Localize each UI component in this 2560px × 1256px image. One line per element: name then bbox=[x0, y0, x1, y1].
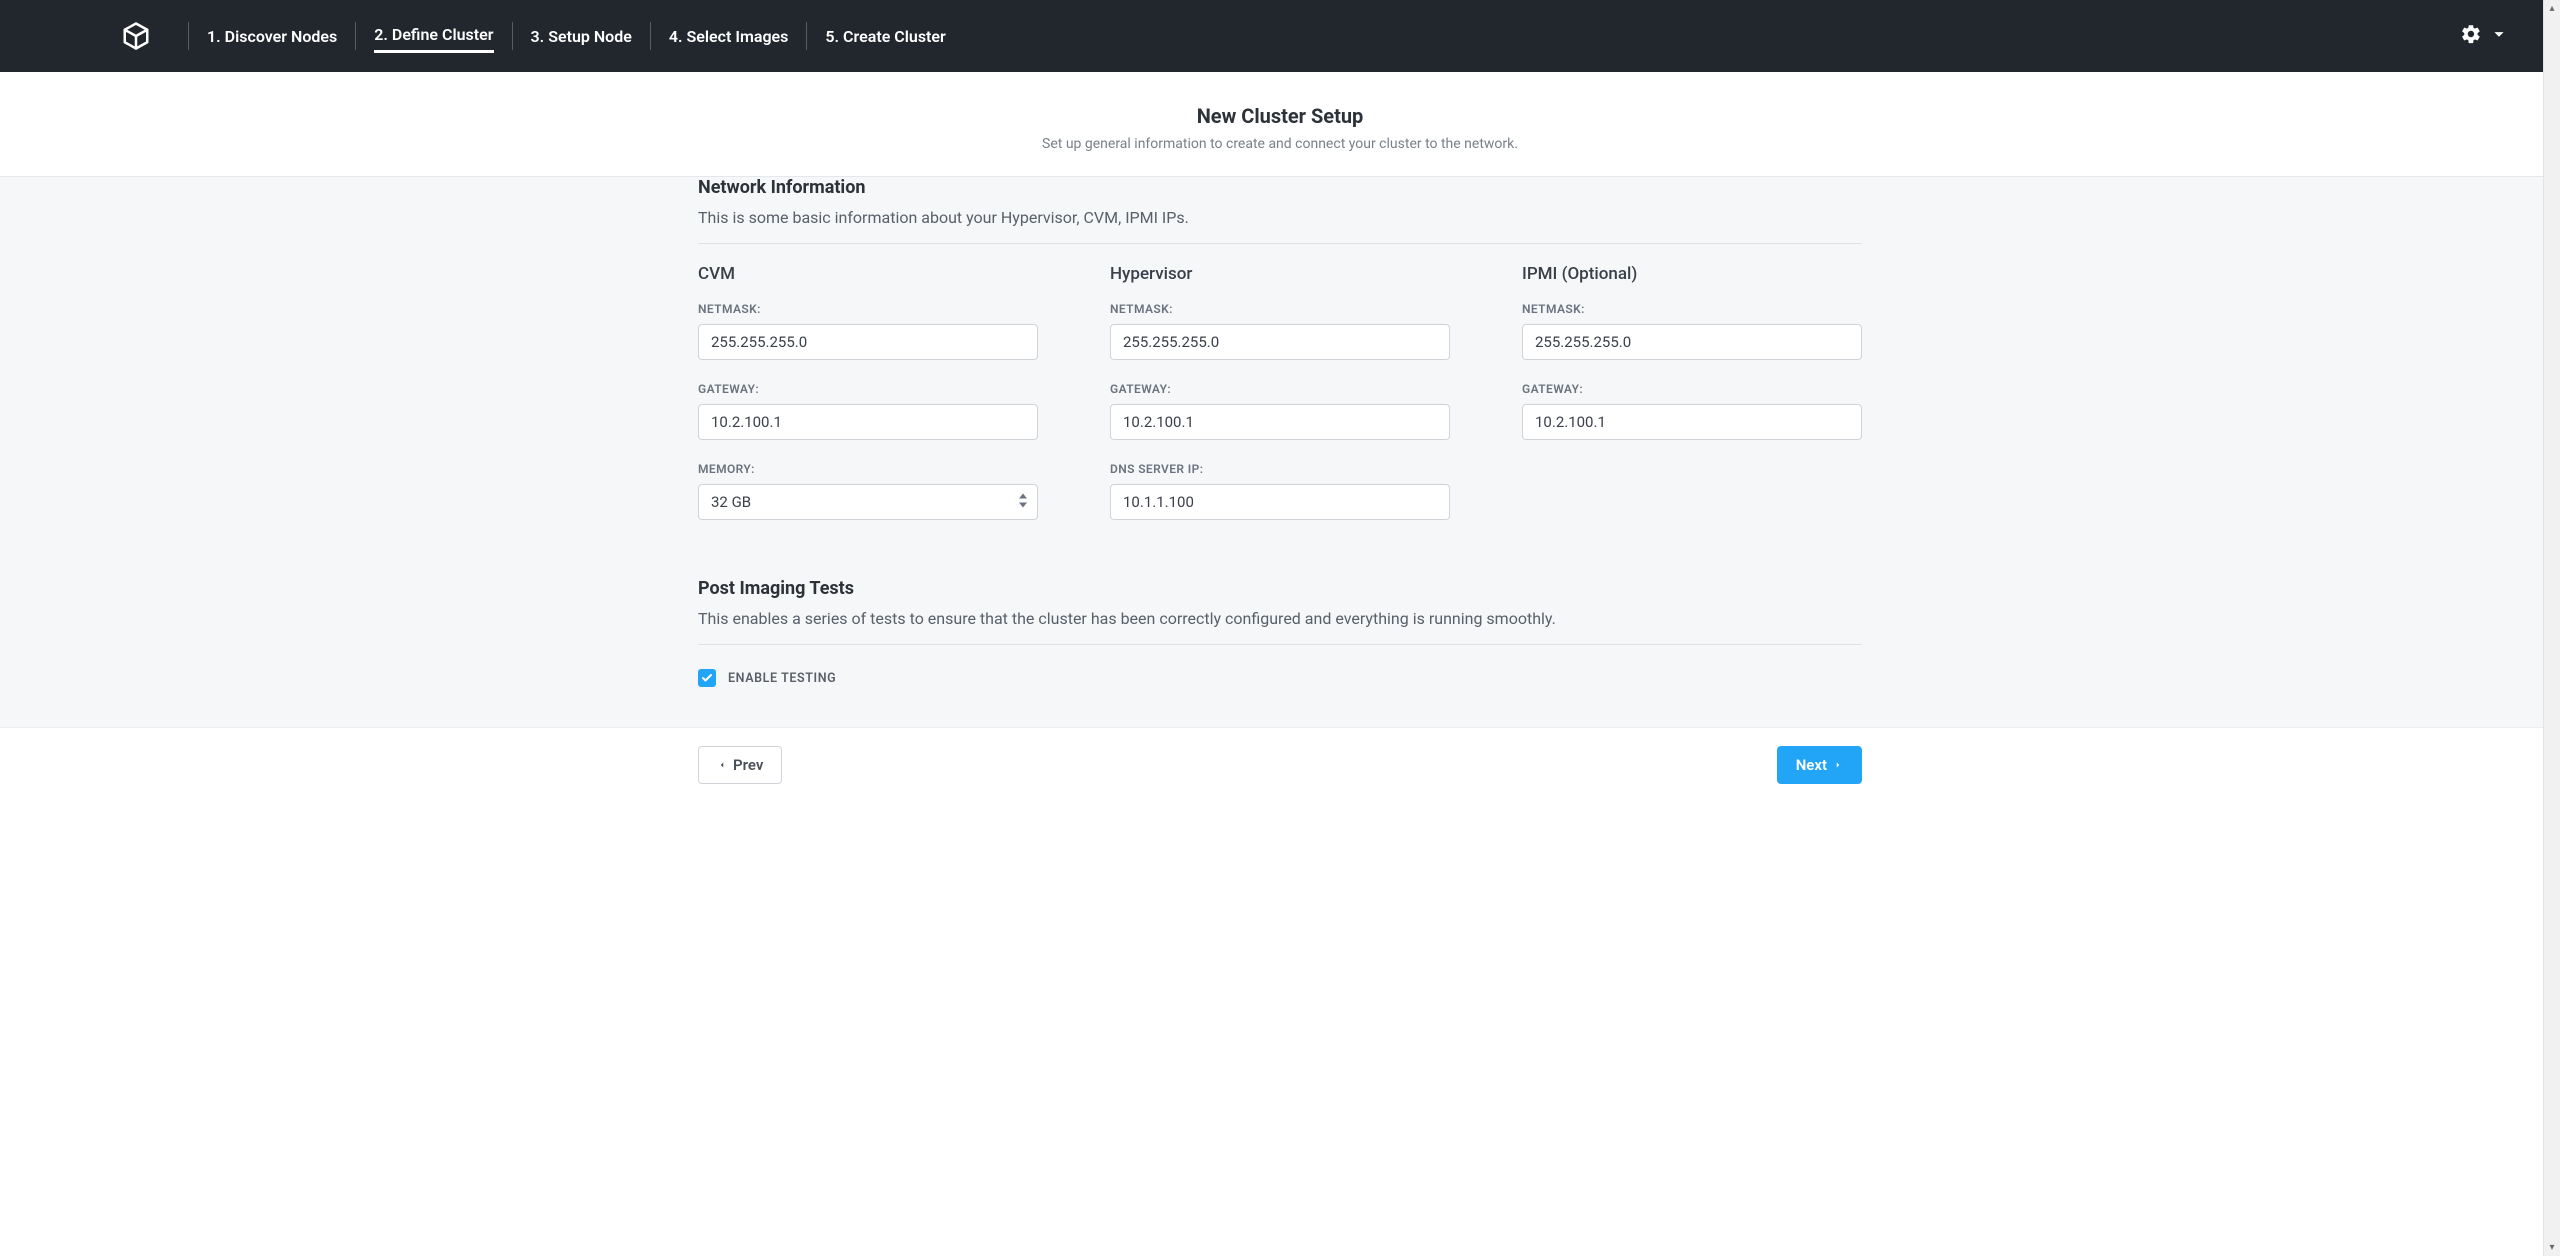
nav-divider bbox=[806, 22, 807, 50]
page-subtitle: Set up general information to create and… bbox=[0, 136, 2560, 152]
next-button-label: Next bbox=[1796, 756, 1827, 774]
ipmi-gateway-input[interactable] bbox=[1522, 404, 1862, 440]
nav-divider bbox=[512, 22, 513, 50]
cvm-netmask-label: NETMASK: bbox=[698, 302, 1038, 316]
nav-step-5[interactable]: 5. Create Cluster bbox=[825, 21, 945, 52]
footer: Prev Next bbox=[0, 727, 2560, 812]
page-header: New Cluster Setup Set up general informa… bbox=[0, 72, 2560, 177]
nav-divider bbox=[650, 22, 651, 50]
ipmi-netmask-input[interactable] bbox=[1522, 324, 1862, 360]
chevron-right-icon bbox=[1833, 756, 1843, 774]
column-hypervisor: Hypervisor NETMASK: GATEWAY: DNS SERVER … bbox=[1110, 264, 1450, 542]
hypervisor-gateway-input[interactable] bbox=[1110, 404, 1450, 440]
nav-step-1[interactable]: 1. Discover Nodes bbox=[207, 21, 337, 52]
prev-button[interactable]: Prev bbox=[698, 746, 782, 784]
cvm-gateway-label: GATEWAY: bbox=[698, 382, 1038, 396]
hypervisor-netmask-input[interactable] bbox=[1110, 324, 1450, 360]
nav-divider bbox=[188, 22, 189, 50]
scroll-down-arrow[interactable]: ▾ bbox=[2544, 1239, 2560, 1256]
scrollbar[interactable]: ▴ ▾ bbox=[2543, 0, 2560, 1256]
nav-step-3[interactable]: 3. Setup Node bbox=[531, 21, 632, 52]
scroll-up-arrow[interactable]: ▴ bbox=[2544, 0, 2560, 17]
post-tests-desc: This enables a series of tests to ensure… bbox=[698, 609, 1862, 628]
enable-testing-label: ENABLE TESTING bbox=[728, 671, 836, 686]
ipmi-gateway-label: GATEWAY: bbox=[1522, 382, 1862, 396]
network-info-title: Network Information bbox=[698, 177, 1862, 198]
settings-menu[interactable] bbox=[2460, 23, 2540, 49]
cvm-netmask-input[interactable] bbox=[698, 324, 1038, 360]
gear-icon bbox=[2460, 23, 2482, 49]
logo-icon bbox=[120, 20, 152, 52]
column-cvm: CVM NETMASK: GATEWAY: MEMORY: bbox=[698, 264, 1038, 542]
topbar: 1. Discover Nodes 2. Define Cluster 3. S… bbox=[0, 0, 2560, 72]
section-divider bbox=[698, 644, 1862, 645]
content: Network Information This is some basic i… bbox=[0, 177, 2560, 727]
post-tests-title: Post Imaging Tests bbox=[698, 578, 1862, 599]
cvm-gateway-input[interactable] bbox=[698, 404, 1038, 440]
cvm-memory-label: MEMORY: bbox=[698, 462, 1038, 476]
page-title: New Cluster Setup bbox=[0, 104, 2560, 128]
ipmi-netmask-label: NETMASK: bbox=[1522, 302, 1862, 316]
hypervisor-title: Hypervisor bbox=[1110, 264, 1450, 284]
section-divider bbox=[698, 243, 1862, 244]
hypervisor-dns-input[interactable] bbox=[1110, 484, 1450, 520]
ipmi-title: IPMI (Optional) bbox=[1522, 264, 1862, 284]
next-button[interactable]: Next bbox=[1777, 746, 1862, 784]
nav-step-2[interactable]: 2. Define Cluster bbox=[374, 19, 493, 53]
chevron-left-icon bbox=[717, 756, 727, 774]
network-info-desc: This is some basic information about you… bbox=[698, 208, 1862, 227]
nav-divider bbox=[355, 22, 356, 50]
chevron-down-icon bbox=[2488, 23, 2510, 49]
hypervisor-gateway-label: GATEWAY: bbox=[1110, 382, 1450, 396]
hypervisor-dns-label: DNS SERVER IP: bbox=[1110, 462, 1450, 476]
enable-testing-checkbox[interactable] bbox=[698, 669, 716, 687]
column-ipmi: IPMI (Optional) NETMASK: GATEWAY: bbox=[1522, 264, 1862, 542]
nav-step-4[interactable]: 4. Select Images bbox=[669, 21, 789, 52]
post-imaging-tests: Post Imaging Tests This enables a series… bbox=[698, 578, 1862, 687]
cvm-title: CVM bbox=[698, 264, 1038, 284]
prev-button-label: Prev bbox=[733, 756, 763, 774]
hypervisor-netmask-label: NETMASK: bbox=[1110, 302, 1450, 316]
cvm-memory-select[interactable] bbox=[698, 484, 1038, 520]
